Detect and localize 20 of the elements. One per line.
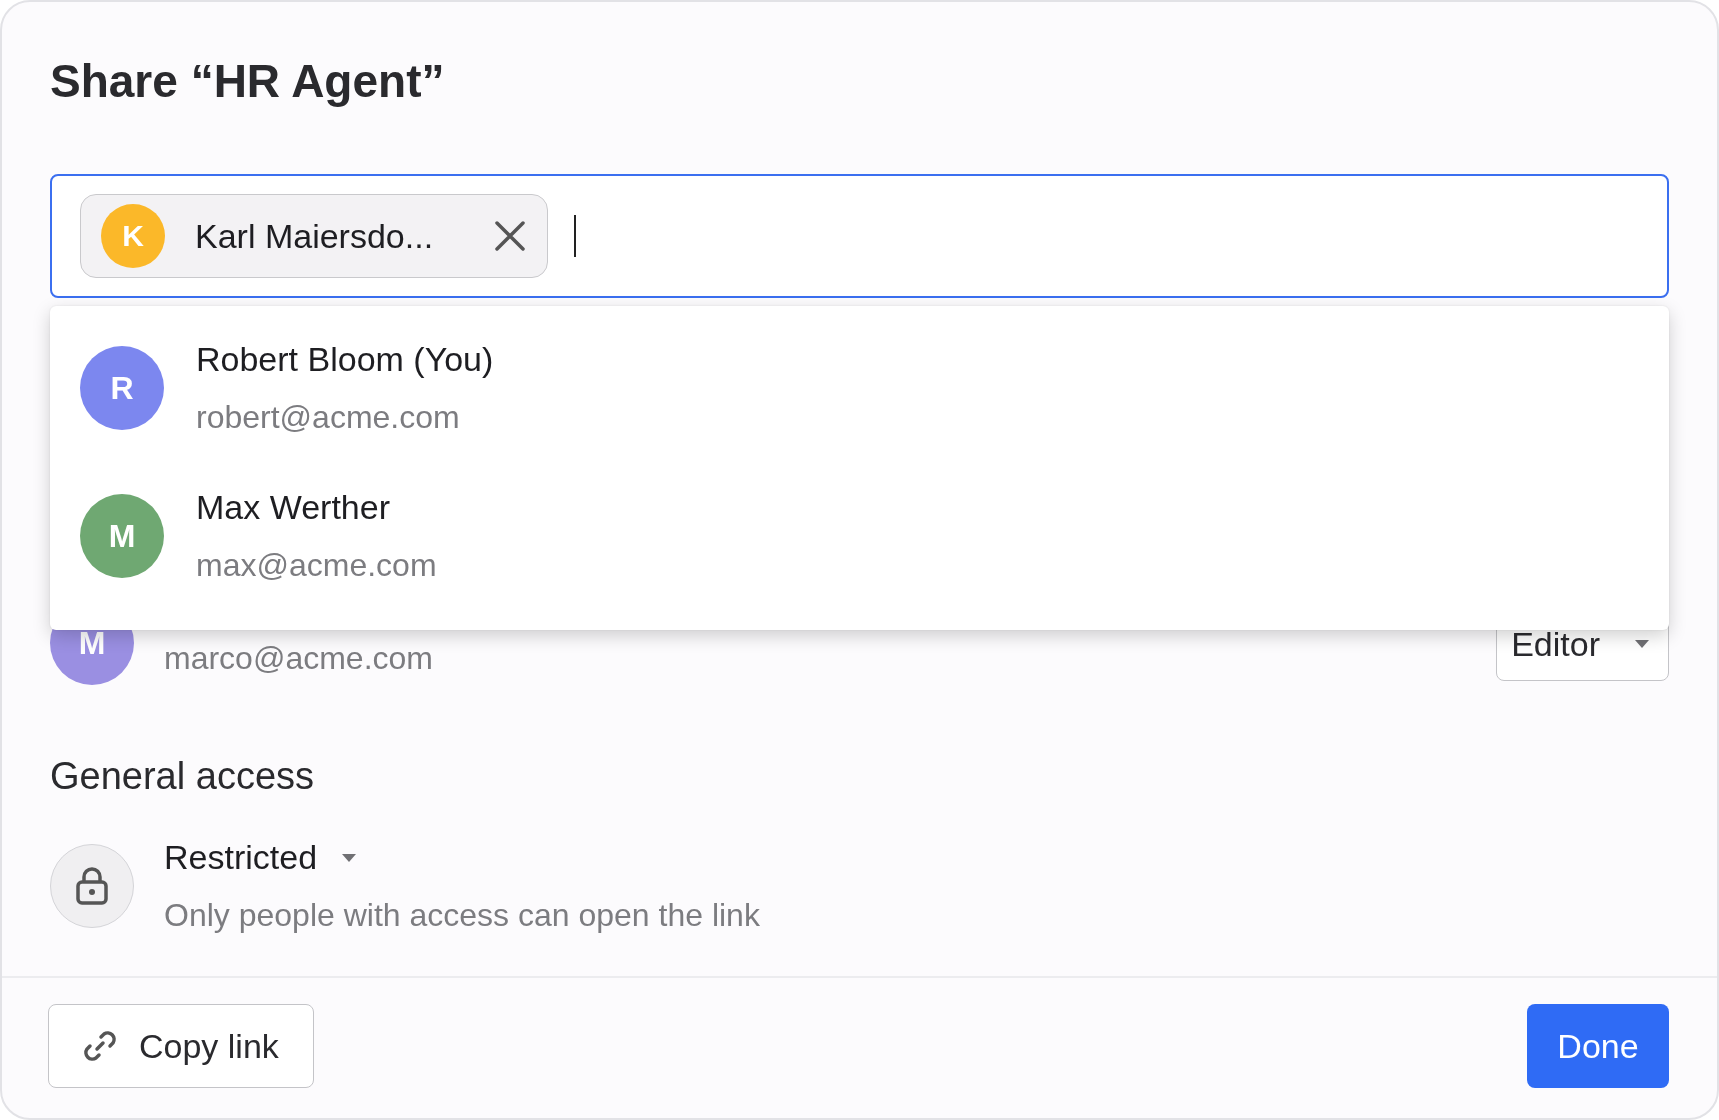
copy-link-button[interactable]: Copy link bbox=[48, 1004, 314, 1088]
recipient-field[interactable]: K Karl Maiersdo... bbox=[50, 174, 1669, 298]
avatar: K bbox=[101, 204, 165, 268]
avatar: M bbox=[80, 494, 164, 578]
suggestion-name[interactable]: Max Werther bbox=[196, 488, 437, 527]
suggestion-email[interactable]: max@acme.com bbox=[196, 547, 437, 584]
done-button[interactable]: Done bbox=[1527, 1004, 1669, 1088]
person-email: marco@acme.com bbox=[164, 639, 433, 676]
caret-icon bbox=[341, 852, 358, 863]
text-cursor bbox=[574, 215, 576, 257]
access-description: Only people with access can open the link bbox=[164, 897, 760, 934]
section-heading: General access bbox=[50, 755, 315, 798]
recipient-chip[interactable]: K Karl Maiersdo... bbox=[80, 194, 548, 278]
access-dropdown[interactable]: Restricted bbox=[164, 838, 760, 877]
suggestion-name[interactable]: Robert Bloom (You) bbox=[196, 340, 494, 379]
avatar: R bbox=[80, 346, 164, 430]
recipient-name: Karl Maiersdo... bbox=[195, 216, 435, 256]
caret-icon bbox=[1634, 639, 1650, 649]
close-icon[interactable] bbox=[493, 219, 527, 253]
suggestion-email[interactable]: robert@acme.com bbox=[196, 399, 494, 436]
